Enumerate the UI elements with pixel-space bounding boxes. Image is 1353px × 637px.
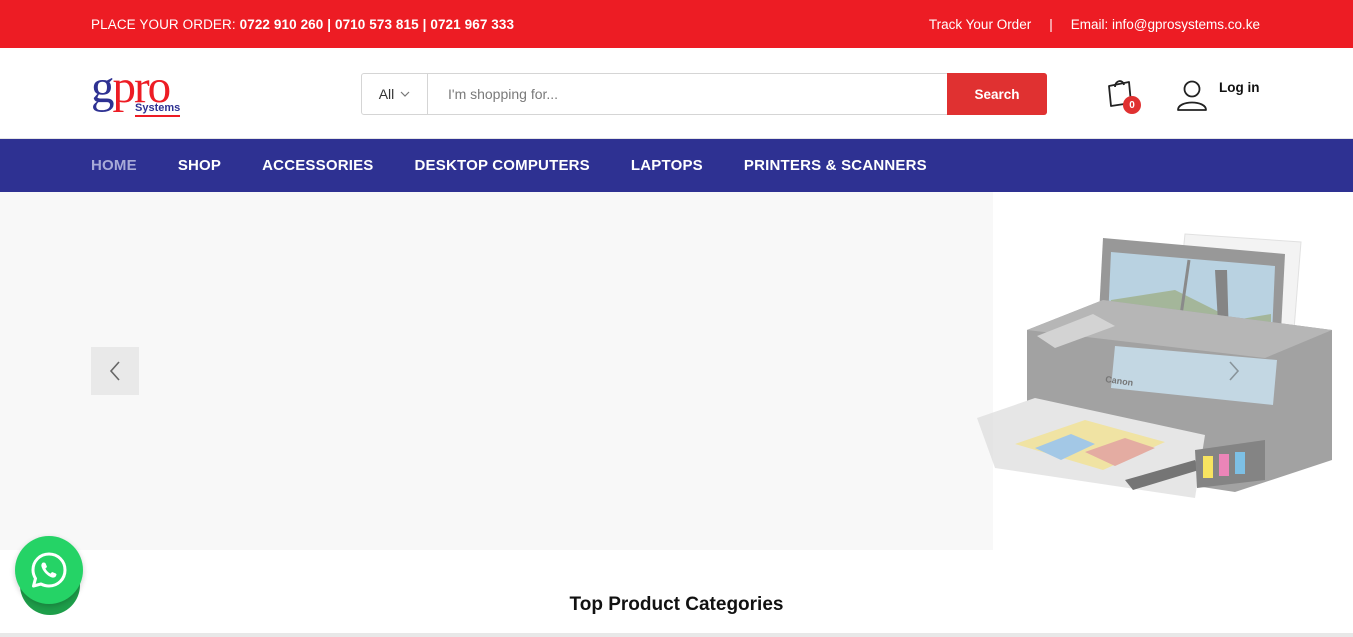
top-bar: PLACE YOUR ORDER: 0722 910 260 | 0710 57… <box>0 0 1353 48</box>
chevron-down-icon <box>400 91 410 97</box>
top-product-categories-title: Top Product Categories <box>569 594 784 615</box>
order-prefix: PLACE YOUR ORDER: <box>91 17 236 32</box>
slider-prev-button[interactable] <box>91 347 139 395</box>
nav-item-desktop-computers[interactable]: DESKTOP COMPUTERS <box>415 157 590 174</box>
order-phones[interactable]: 0722 910 260 | 0710 573 815 | 0721 967 3… <box>240 17 515 32</box>
search-button[interactable]: Search <box>947 73 1047 115</box>
track-order-link[interactable]: Track Your Order <box>929 17 1031 32</box>
nav-item-home[interactable]: HOME <box>91 157 137 174</box>
printer-image: Canon <box>977 233 1332 498</box>
site-logo[interactable]: gpro Systems <box>91 61 193 122</box>
order-contact: PLACE YOUR ORDER: 0722 910 260 | 0710 57… <box>91 17 514 32</box>
top-bar-links: Track Your Order | Email: info@gprosyste… <box>929 17 1260 32</box>
search-category-label: All <box>378 86 395 102</box>
chevron-left-icon <box>109 361 120 381</box>
search-input[interactable] <box>428 74 947 114</box>
cart-count-badge: 0 <box>1123 96 1141 114</box>
nav-item-shop[interactable]: SHOP <box>178 157 221 174</box>
email-link[interactable]: Email: info@gprosystems.co.ke <box>1071 17 1260 32</box>
login-link[interactable]: Log in <box>1219 80 1260 95</box>
top-bar-separator: | <box>1049 17 1053 32</box>
whatsapp-icon <box>31 552 67 588</box>
nav-item-accessories[interactable]: ACCESSORIES <box>262 157 373 174</box>
search-bar: All Search <box>361 73 1047 115</box>
chevron-right-icon <box>1229 361 1240 381</box>
section-divider <box>0 633 1353 637</box>
account-button[interactable] <box>1175 78 1209 112</box>
search-category-select[interactable]: All <box>362 74 428 114</box>
user-icon <box>1177 80 1207 111</box>
cart-button[interactable]: 0 <box>1104 75 1144 115</box>
main-nav: HOME SHOP ACCESSORIES DESKTOP COMPUTERS … <box>0 139 1353 192</box>
hero-slider: Canon <box>0 192 1353 550</box>
site-header: gpro Systems All Search 0 Log in <box>0 48 1353 139</box>
logo-systems: Systems <box>135 103 181 117</box>
nav-item-laptops[interactable]: LAPTOPS <box>631 157 703 174</box>
whatsapp-button[interactable] <box>15 536 83 604</box>
slider-next-button[interactable] <box>1214 347 1254 395</box>
nav-item-printers-scanners[interactable]: PRINTERS & SCANNERS <box>744 157 927 174</box>
